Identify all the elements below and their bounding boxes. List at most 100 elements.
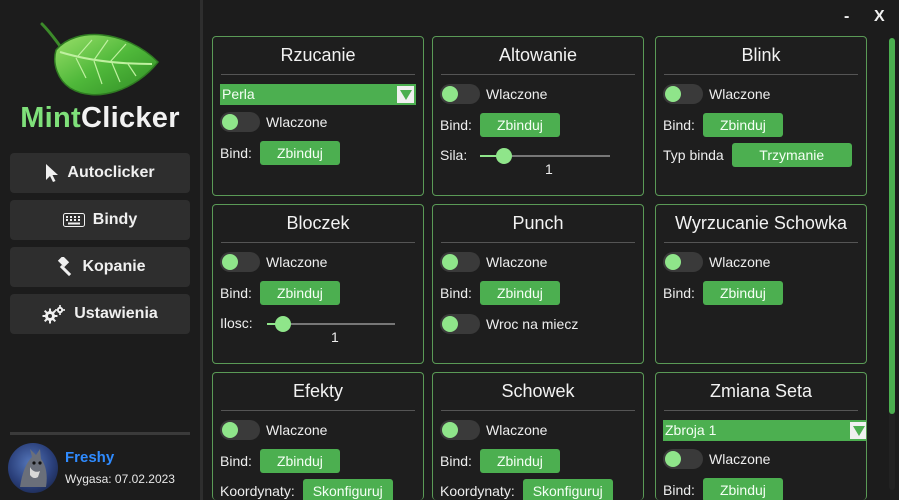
configure-button[interactable]: Skonfiguruj <box>302 479 393 500</box>
card-title: Blink <box>741 45 781 65</box>
enabled-row: Wlaczone <box>440 252 547 272</box>
enabled-toggle[interactable] <box>220 420 260 440</box>
card-altowanie: Altowanie Wlaczone Bind: Zbinduj Sila: 1 <box>432 36 644 196</box>
bind-button[interactable]: Zbinduj <box>702 478 783 500</box>
nav-kopanie-label: Kopanie <box>82 258 146 275</box>
bind-button[interactable]: Zbinduj <box>259 281 340 305</box>
nav-ustawienia-button[interactable]: Ustawienia <box>10 294 190 334</box>
leaf-logo-icon <box>40 22 160 96</box>
select-value: Perla <box>222 86 255 102</box>
bind-mode-label: Typ binda <box>663 147 724 163</box>
slider-label: Sila: <box>440 147 468 163</box>
enabled-toggle[interactable] <box>220 252 260 272</box>
card-title: Punch <box>512 213 564 233</box>
return-sword-toggle[interactable] <box>440 314 480 334</box>
bind-mode-row: Typ binda Trzymanie <box>663 143 852 167</box>
toggle-knob <box>442 422 458 438</box>
toggle-label: Wlaczone <box>266 254 328 270</box>
user-divider <box>10 432 190 435</box>
nav-ustawienia-label: Ustawienia <box>74 305 158 322</box>
toggle-label: Wlaczone <box>486 422 548 438</box>
nav-autoclicker-label: Autoclicker <box>67 164 155 181</box>
bind-mode-button[interactable]: Trzymanie <box>731 143 852 167</box>
bind-row: Bind: Zbinduj <box>440 281 560 305</box>
card-separator <box>221 242 415 243</box>
card-separator <box>441 242 635 243</box>
close-button[interactable]: X <box>874 8 885 26</box>
configure-button[interactable]: Skonfiguruj <box>522 479 613 500</box>
bind-button[interactable]: Zbinduj <box>479 113 560 137</box>
enabled-row: Wlaczone <box>440 84 547 104</box>
coords-row: Koordynaty: Skonfiguruj <box>440 479 613 500</box>
return-sword-row: Wroc na miecz <box>440 314 578 334</box>
sidebar-divider <box>200 0 203 500</box>
throw-item-select[interactable]: Perla <box>220 84 416 105</box>
enabled-row: Wlaczone <box>220 420 327 440</box>
enabled-toggle[interactable] <box>663 449 703 469</box>
bind-row: Bind: Zbinduj <box>220 281 340 305</box>
enabled-toggle[interactable] <box>440 252 480 272</box>
card-separator <box>221 410 415 411</box>
enabled-row: Wlaczone <box>440 420 547 440</box>
toggle-label: Wlaczone <box>266 422 328 438</box>
enabled-toggle[interactable] <box>440 420 480 440</box>
bind-label: Bind: <box>220 453 252 469</box>
slider-row: Sila: <box>440 147 467 163</box>
nav-autoclicker-button[interactable]: Autoclicker <box>10 153 190 193</box>
coords-row: Koordynaty: Skonfiguruj <box>220 479 393 500</box>
amount-slider[interactable] <box>267 316 395 332</box>
bind-label: Bind: <box>220 285 252 301</box>
bind-button[interactable]: Zbinduj <box>259 141 340 165</box>
toggle-label: Wlaczone <box>709 86 771 102</box>
slider-value: 1 <box>331 329 339 345</box>
strength-slider[interactable] <box>480 148 610 164</box>
bind-button[interactable]: Zbinduj <box>702 113 783 137</box>
toggle-knob <box>442 254 458 270</box>
bind-row: Bind: Zbinduj <box>220 449 340 473</box>
enabled-row: Wlaczone <box>220 112 327 132</box>
user-name: Freshy <box>65 449 115 466</box>
card-title: Schowek <box>501 381 575 401</box>
card-schowek: Schowek Wlaczone Bind: Zbinduj Koordynat… <box>432 372 644 500</box>
card-efekty: Efekty Wlaczone Bind: Zbinduj Koordynaty… <box>212 372 424 500</box>
bind-label: Bind: <box>440 117 472 133</box>
license-expiry: Wygasa: 07.02.2023 <box>65 472 175 486</box>
armor-set-select[interactable]: Zbroja 1 <box>663 420 866 441</box>
wolf-avatar-image <box>20 449 47 487</box>
toggle-knob <box>665 451 681 467</box>
enabled-row: Wlaczone <box>663 84 770 104</box>
enabled-toggle[interactable] <box>663 84 703 104</box>
enabled-toggle[interactable] <box>440 84 480 104</box>
card-separator <box>441 410 635 411</box>
card-title: Rzucanie <box>280 45 356 65</box>
enabled-row: Wlaczone <box>663 449 770 469</box>
toggle-label: Wlaczone <box>709 254 771 270</box>
bind-button[interactable]: Zbinduj <box>479 449 560 473</box>
app-logo-text: MintClicker <box>0 102 200 135</box>
bind-button[interactable]: Zbinduj <box>259 449 340 473</box>
bind-label: Bind: <box>440 453 472 469</box>
bind-button[interactable]: Zbinduj <box>479 281 560 305</box>
bind-row: Bind: Zbinduj <box>220 141 340 165</box>
slider-row: Ilosc: <box>220 315 253 331</box>
dropdown-arrow-icon <box>850 422 866 439</box>
nav-bindy-button[interactable]: Bindy <box>10 200 190 240</box>
toggle-knob <box>222 422 238 438</box>
bind-button[interactable]: Zbinduj <box>702 281 783 305</box>
toggle-label: Wlaczone <box>266 114 328 130</box>
nav-kopanie-button[interactable]: Kopanie <box>10 247 190 287</box>
slider-handle[interactable] <box>496 148 512 164</box>
enabled-toggle[interactable] <box>663 252 703 272</box>
bind-label: Bind: <box>663 285 695 301</box>
logo-mint: Mint <box>20 102 81 134</box>
enabled-row: Wlaczone <box>220 252 327 272</box>
slider-handle[interactable] <box>275 316 291 332</box>
nav-bindy-label: Bindy <box>92 211 138 228</box>
keyboard-icon <box>62 213 85 227</box>
scrollbar-thumb[interactable] <box>889 38 895 414</box>
minimize-button[interactable]: - <box>844 8 849 26</box>
enabled-toggle[interactable] <box>220 112 260 132</box>
toggle-knob <box>665 86 681 102</box>
toggle-knob <box>222 254 238 270</box>
bind-row: Bind: Zbinduj <box>440 449 560 473</box>
